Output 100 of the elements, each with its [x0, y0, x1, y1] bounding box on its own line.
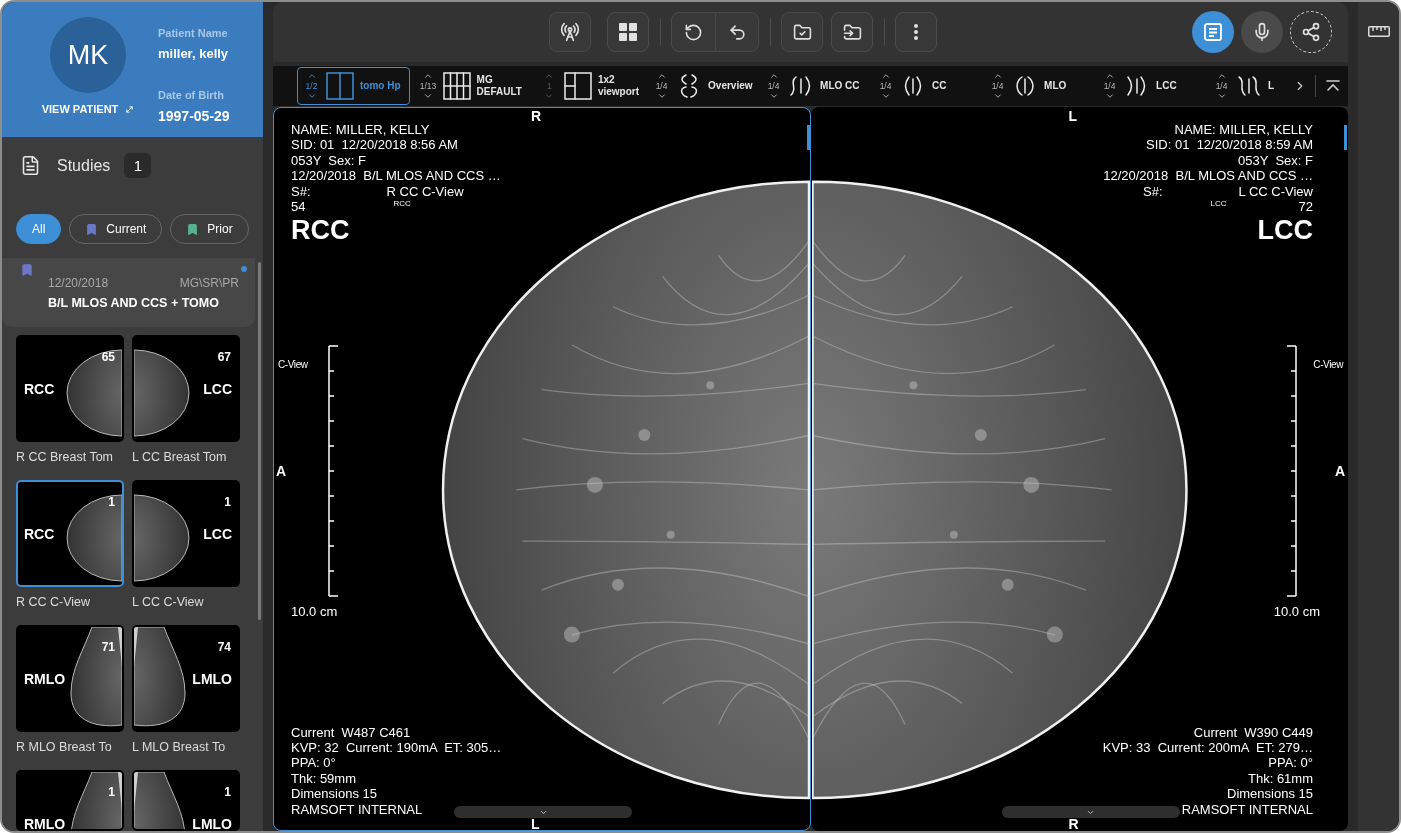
thumbnail[interactable]: 67 LCC: [132, 335, 240, 442]
chevron-down-icon[interactable]: [306, 91, 317, 101]
overlay-text: Current W487 C461: [291, 724, 411, 740]
document-icon: [20, 155, 41, 176]
thumbnail[interactable]: 1 LMLO: [132, 770, 240, 831]
field-label: Date of Birth: [158, 88, 224, 102]
viewport[interactable]: [810, 107, 1348, 831]
thumbnail-caption: R CC C-View: [16, 594, 92, 610]
thumbnail[interactable]: 1 LCC: [132, 480, 240, 587]
thumbnail[interactable]: 71 RMLO: [16, 625, 124, 732]
birth-date: 1997-05-29: [158, 108, 230, 124]
chevron-down-icon[interactable]: [423, 91, 434, 101]
expand-handle[interactable]: [454, 806, 632, 818]
counter-text: 1/4: [1215, 81, 1228, 91]
overlay-text: NAME: MILLER, KELLY: [1174, 122, 1313, 138]
study-card[interactable]: 12/20/2018 MG\SR\PR B/L MLOS AND CCS + TOMO: [2, 258, 255, 327]
layout-icon: [326, 72, 354, 100]
ruler-button[interactable]: [1367, 26, 1390, 37]
protocol-tab[interactable]: 1/4 LCC: [1100, 67, 1209, 105]
thumbnail-caption: L CC Breast Tom: [132, 449, 228, 465]
image-number: 72: [1298, 199, 1313, 215]
grid-icon: [619, 23, 637, 41]
image-number: 1: [224, 495, 231, 509]
overlay-text: S#:: [1143, 183, 1163, 200]
folder-arrow-icon: [842, 22, 862, 42]
share-icon: [1301, 22, 1321, 42]
chevron-down-icon[interactable]: [992, 91, 1003, 101]
counter-text: 1/4: [767, 81, 780, 91]
overlay-text: Current W390 C449: [1193, 724, 1313, 740]
chevron-up-icon[interactable]: [423, 71, 434, 81]
chevron-down-icon[interactable]: [1104, 91, 1115, 101]
chevron-up-icon[interactable]: [992, 71, 1003, 81]
chevron-up-icon[interactable]: [880, 71, 891, 81]
image-number: 65: [101, 350, 115, 364]
thumbnail[interactable]: 74 LMLO: [132, 625, 240, 732]
overlay-text: PPA: 0°: [291, 755, 336, 771]
count-badge: 1: [124, 153, 152, 178]
protocol-tab[interactable]: 1/4 MLO CC: [764, 67, 873, 105]
chevron-up-icon[interactable]: [768, 71, 779, 81]
chevron-up-icon[interactable]: [306, 71, 317, 81]
folder-check-button[interactable]: [781, 12, 823, 52]
overlay-text: Dimensions 15: [1227, 786, 1313, 802]
overlay-text: 053Y Sex: F: [1238, 152, 1313, 169]
study-modality: MG\SR\PR: [179, 276, 239, 290]
dictation-button[interactable]: [1241, 11, 1283, 53]
thumbnail-caption: R CC Breast Tom: [16, 449, 114, 465]
orientation-marker: A: [276, 463, 287, 479]
viewport[interactable]: [273, 107, 811, 831]
thumbnail-caption: L MLO Breast To: [132, 739, 227, 755]
protocol-tab[interactable]: 1/4 L: [1212, 67, 1293, 105]
layout-button[interactable]: [607, 12, 649, 52]
overlay-text: S#:: [291, 183, 311, 200]
scale-label: C-View: [278, 359, 308, 370]
orientation-marker: L: [1068, 108, 1078, 124]
view-label: LMLO: [192, 671, 232, 687]
counter-text: 1: [547, 81, 552, 91]
counter-text: 1/4: [991, 81, 1004, 91]
protocol-tab[interactable]: 1/2 tomo Hp: [297, 67, 410, 105]
report-button[interactable]: [1192, 11, 1234, 53]
view-outline-icon: [1236, 75, 1263, 97]
mammogram-drawing: [70, 772, 122, 829]
collapse-button[interactable]: [1326, 80, 1340, 92]
chevron-up-icon[interactable]: [656, 71, 667, 81]
overlay-text: L CC C-View: [1238, 183, 1313, 200]
view-label: RMLO: [24, 816, 66, 829]
scale-text: 10.0 cm: [1273, 604, 1320, 619]
counter-text: 1/4: [655, 81, 668, 91]
orientation-marker: R: [1068, 816, 1079, 830]
image-number: 1: [224, 785, 231, 799]
view-patient-link[interactable]: VIEW PATIENT: [41, 103, 135, 116]
overlay-text: R CC C-View: [386, 183, 464, 200]
folder-import-button[interactable]: [831, 12, 873, 52]
chevron-up-icon[interactable]: [1104, 71, 1115, 81]
ruler-icon: [1367, 26, 1390, 37]
view-label: LMLO: [192, 816, 232, 829]
chevron-down-icon[interactable]: [768, 91, 779, 101]
overlay-text: RAMSOFT INTERNAL: [291, 801, 423, 817]
more-button[interactable]: [895, 12, 937, 52]
expand-icon: [125, 105, 135, 114]
collapse-icon: [1326, 80, 1340, 92]
thumbnail[interactable]: 65 RCC: [16, 335, 124, 442]
chevron-down-icon[interactable]: [1216, 91, 1227, 101]
chevron-down-icon[interactable]: [880, 91, 891, 101]
view-label: RCC: [291, 214, 350, 247]
view-label: LCC: [1257, 214, 1313, 247]
protocol-tab[interactable]: 1/4 CC: [876, 67, 985, 105]
protocol-tab[interactable]: 1/13 MG DEFAULT: [413, 67, 531, 105]
chevron-down-icon[interactable]: [656, 91, 667, 101]
expand-handle[interactable]: [1001, 806, 1180, 818]
thumbnail[interactable]: 1 RCC: [16, 480, 124, 587]
thumbnail-caption: L CC C-View: [132, 594, 205, 610]
view-label: RCC: [24, 381, 55, 397]
broadcast-button[interactable]: [549, 12, 591, 52]
undo-icon: [727, 22, 747, 42]
document-icon: [1204, 23, 1222, 41]
protocol-tab[interactable]: 1/4 MLO: [988, 67, 1097, 105]
protocol-tab[interactable]: 1/4 Overview: [652, 67, 761, 105]
chevron-up-icon[interactable]: [1216, 71, 1227, 81]
scroll-indicator: [806, 125, 810, 150]
thumbnail[interactable]: 1 RMLO: [16, 770, 124, 831]
